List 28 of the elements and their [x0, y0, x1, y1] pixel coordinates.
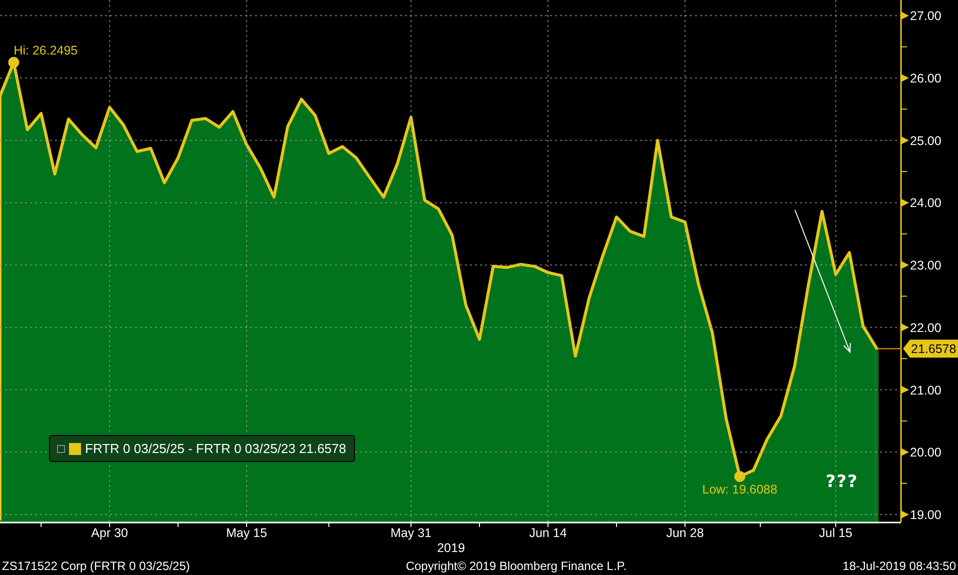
- low-label: Low: 19.6088: [702, 482, 778, 496]
- y-tick-label: 23.00: [910, 258, 942, 273]
- y-tick-label: 22.00: [910, 320, 942, 335]
- x-tick-label: Jul 15: [819, 526, 852, 540]
- x-tick-label: Jun 14: [529, 526, 567, 540]
- legend-label: FRTR 0 03/25/25 - FRTR 0 03/25/23 21.6578: [85, 441, 346, 456]
- timestamp: 18-Jul-2019 08:43:50: [842, 558, 956, 572]
- low-marker: [734, 470, 746, 482]
- y-tick-label: 19.00: [910, 508, 942, 522]
- copyright-text: Copyright© 2019 Bloomberg Finance L.P.: [406, 558, 627, 572]
- annotation-note: ???: [826, 472, 858, 492]
- last-value-tag: 21.6578: [903, 340, 958, 358]
- y-tick-label: 20.00: [910, 446, 942, 460]
- series-swatch: [69, 442, 81, 454]
- last-value-line: [876, 348, 901, 350]
- year-label: 2019: [437, 541, 465, 555]
- high-label: Hi: 26.2495: [14, 43, 78, 58]
- y-tick-label: 26.00: [910, 71, 942, 86]
- y-tick-label: 25.00: [910, 134, 942, 148]
- x-tick-label: May 31: [390, 526, 432, 540]
- y-tick-label: 24.00: [910, 196, 942, 210]
- x-tick-label: May 15: [226, 526, 268, 540]
- x-tick-label: Apr 30: [91, 526, 128, 540]
- security-label: ZS171522 Corp (FRTR 0 03/25/25): [2, 558, 190, 572]
- expand-icon[interactable]: [57, 444, 65, 452]
- y-tick-label: 27.00: [910, 9, 942, 24]
- y-tick-label: 21.00: [910, 383, 942, 398]
- x-tick-label: Jun 28: [666, 526, 704, 540]
